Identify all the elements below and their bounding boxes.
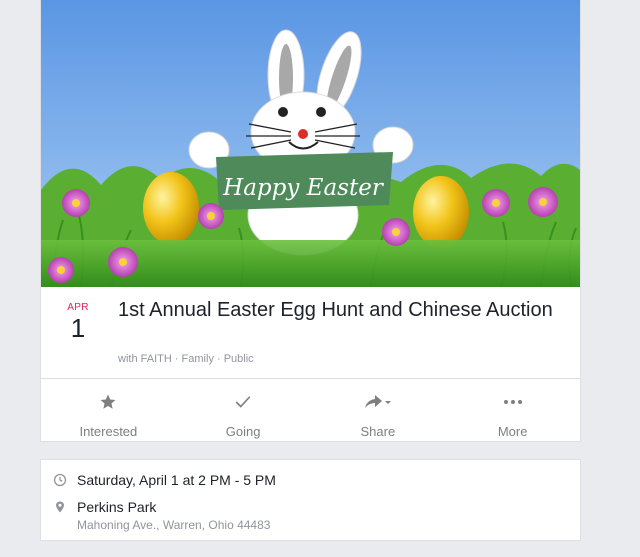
more-dots-icon bbox=[503, 391, 523, 413]
event-details-card: Saturday, April 1 at 2 PM - 5 PM Perkins… bbox=[41, 460, 580, 540]
event-card: Happy Easter APR 1 1st Annual Easter Egg… bbox=[41, 0, 580, 441]
share-button[interactable]: Share bbox=[311, 379, 446, 441]
event-place-address: Mahoning Ave., Warren, Ohio 44483 bbox=[77, 518, 271, 532]
going-button[interactable]: Going bbox=[176, 379, 311, 441]
event-meta: with FAITH · Family · Public bbox=[118, 353, 254, 365]
event-actions: Interested Going Share More bbox=[41, 379, 580, 441]
clock-icon bbox=[53, 473, 67, 487]
star-icon bbox=[99, 391, 117, 413]
more-button[interactable]: More bbox=[445, 379, 580, 441]
going-label: Going bbox=[225, 424, 261, 439]
easter-bunny-illustration: Happy Easter bbox=[41, 0, 580, 287]
share-label: Share bbox=[360, 424, 396, 439]
event-date-month: APR bbox=[67, 302, 89, 313]
more-label: More bbox=[497, 424, 528, 439]
banner-text: Happy Easter bbox=[222, 175, 385, 201]
event-date-day: 1 bbox=[70, 313, 86, 343]
interested-button[interactable]: Interested bbox=[41, 379, 176, 441]
event-time: Saturday, April 1 at 2 PM - 5 PM bbox=[77, 472, 276, 488]
location-pin-icon bbox=[53, 500, 67, 514]
event-title[interactable]: 1st Annual Easter Egg Hunt and Chinese A… bbox=[118, 297, 558, 324]
event-time-row[interactable]: Saturday, April 1 at 2 PM - 5 PM bbox=[53, 472, 276, 488]
event-location-row[interactable]: Perkins Park Mahoning Ave., Warren, Ohio… bbox=[53, 499, 270, 532]
interested-label: Interested bbox=[79, 424, 138, 439]
event-place-name: Perkins Park bbox=[77, 499, 157, 515]
event-date: APR 1 bbox=[63, 302, 93, 342]
check-icon bbox=[233, 391, 253, 413]
share-arrow-icon bbox=[363, 391, 393, 413]
event-cover-image[interactable]: Happy Easter bbox=[41, 0, 580, 287]
